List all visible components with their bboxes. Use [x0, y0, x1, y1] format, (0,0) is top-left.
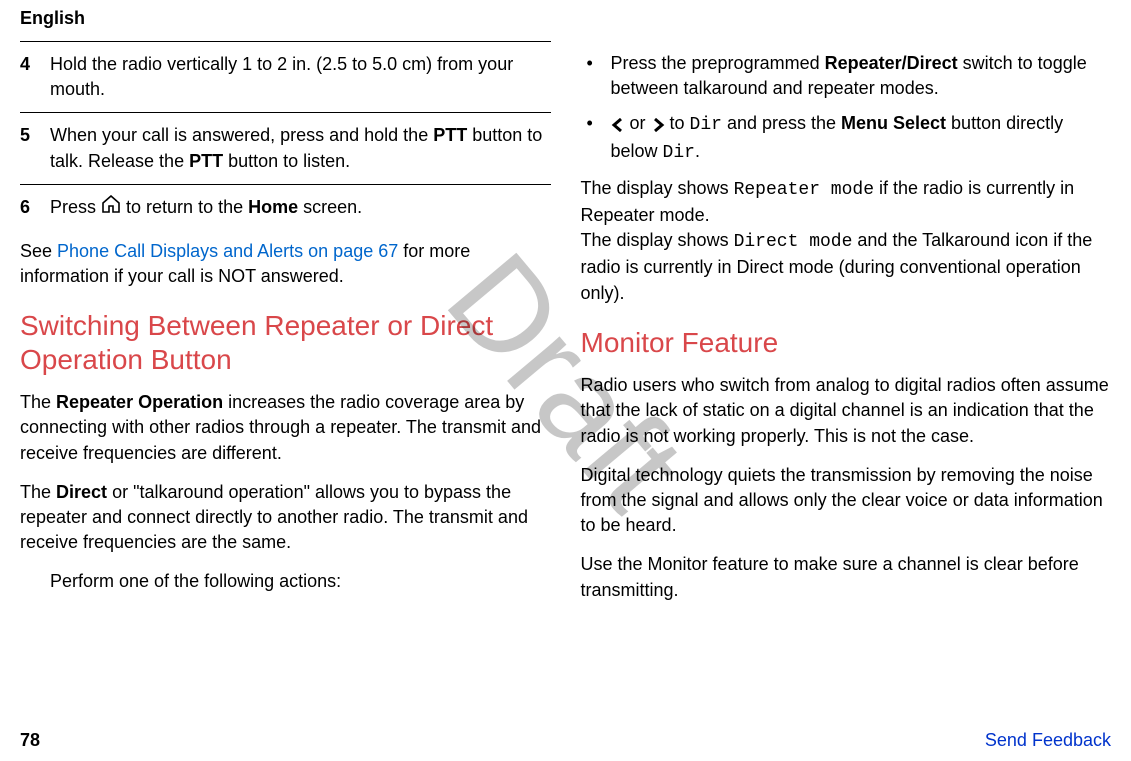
text: The: [20, 392, 56, 412]
phone-call-displays-link[interactable]: Phone Call Displays and Alerts on page 6…: [57, 241, 398, 261]
page-footer: 78 Send Feedback: [20, 730, 1111, 751]
heading-switching: Switching Between Repeater or Direct Ope…: [20, 309, 551, 376]
text: The display shows: [581, 178, 734, 198]
bold-text: Menu Select: [841, 113, 946, 133]
monitor-para-1: Radio users who switch from analog to di…: [581, 373, 1112, 449]
content-columns: 4 Hold the radio vertically 1 to 2 in. (…: [0, 41, 1131, 617]
text: and press the: [722, 113, 841, 133]
text: See: [20, 241, 57, 261]
bold-text: Direct: [56, 482, 107, 502]
mono-text: Dir: [690, 115, 722, 135]
chevron-right-icon: [651, 111, 665, 136]
bullet-text: or to Dir and press the Menu Select butt…: [611, 111, 1112, 165]
bullet-marker: •: [581, 111, 611, 165]
heading-monitor-feature: Monitor Feature: [581, 326, 1112, 360]
bold-text: Repeater Operation: [56, 392, 223, 412]
step-text: Hold the radio vertically 1 to 2 in. (2.…: [50, 52, 551, 102]
step-number: 6: [20, 195, 50, 221]
mono-text: Repeater mode: [734, 180, 874, 200]
monitor-para-3: Use the Monitor feature to make sure a c…: [581, 552, 1112, 602]
text: button to listen.: [223, 151, 350, 171]
page-header-language: English: [0, 0, 1131, 41]
bullet-text: Press the preprogrammed Repeater/Direct …: [611, 51, 1112, 101]
mono-text: Direct mode: [734, 232, 853, 252]
see-paragraph: See Phone Call Displays and Alerts on pa…: [20, 239, 551, 289]
display-repeater-para: The display shows Repeater mode if the r…: [581, 176, 1112, 228]
right-column: • Press the preprogrammed Repeater/Direc…: [581, 41, 1112, 617]
text: The display shows: [581, 230, 734, 250]
bullet-marker: •: [581, 51, 611, 101]
bullet-dir: • or to Dir and press the Menu Select bu…: [581, 111, 1112, 165]
text: or: [625, 113, 651, 133]
text: .: [695, 141, 700, 161]
bullet-repeater-direct: • Press the preprogrammed Repeater/Direc…: [581, 51, 1112, 101]
repeater-operation-para: The Repeater Operation increases the rad…: [20, 390, 551, 466]
perform-para: Perform one of the following actions:: [20, 569, 551, 594]
bold-text: PTT: [433, 125, 467, 145]
text: to return to the: [126, 197, 248, 217]
step-5: 5 When your call is answered, press and …: [20, 113, 551, 184]
step-number: 4: [20, 52, 50, 102]
step-text: Press to return to the Home screen.: [50, 195, 551, 221]
step-4: 4 Hold the radio vertically 1 to 2 in. (…: [20, 42, 551, 113]
monitor-para-2: Digital technology quiets the transmissi…: [581, 463, 1112, 539]
page-number: 78: [20, 730, 40, 751]
home-icon: [101, 195, 121, 220]
display-direct-para: The display shows Direct mode and the Ta…: [581, 228, 1112, 306]
step-text: When your call is answered, press and ho…: [50, 123, 551, 173]
text: When your call is answered, press and ho…: [50, 125, 433, 145]
direct-operation-para: The Direct or "talkaround operation" all…: [20, 480, 551, 556]
left-column: 4 Hold the radio vertically 1 to 2 in. (…: [20, 41, 551, 617]
bold-text: PTT: [189, 151, 223, 171]
mono-text: Dir: [663, 143, 695, 163]
step-number: 5: [20, 123, 50, 173]
text: Press: [50, 197, 101, 217]
text: screen.: [298, 197, 362, 217]
chevron-left-icon: [611, 111, 625, 136]
bold-text: Repeater/Direct: [825, 53, 958, 73]
bold-text: Home: [248, 197, 298, 217]
send-feedback-link[interactable]: Send Feedback: [985, 730, 1111, 751]
text: The: [20, 482, 56, 502]
text: to: [665, 113, 690, 133]
step-6: 6 Press to return to the Home screen.: [20, 185, 551, 231]
text: Press the preprogrammed: [611, 53, 825, 73]
